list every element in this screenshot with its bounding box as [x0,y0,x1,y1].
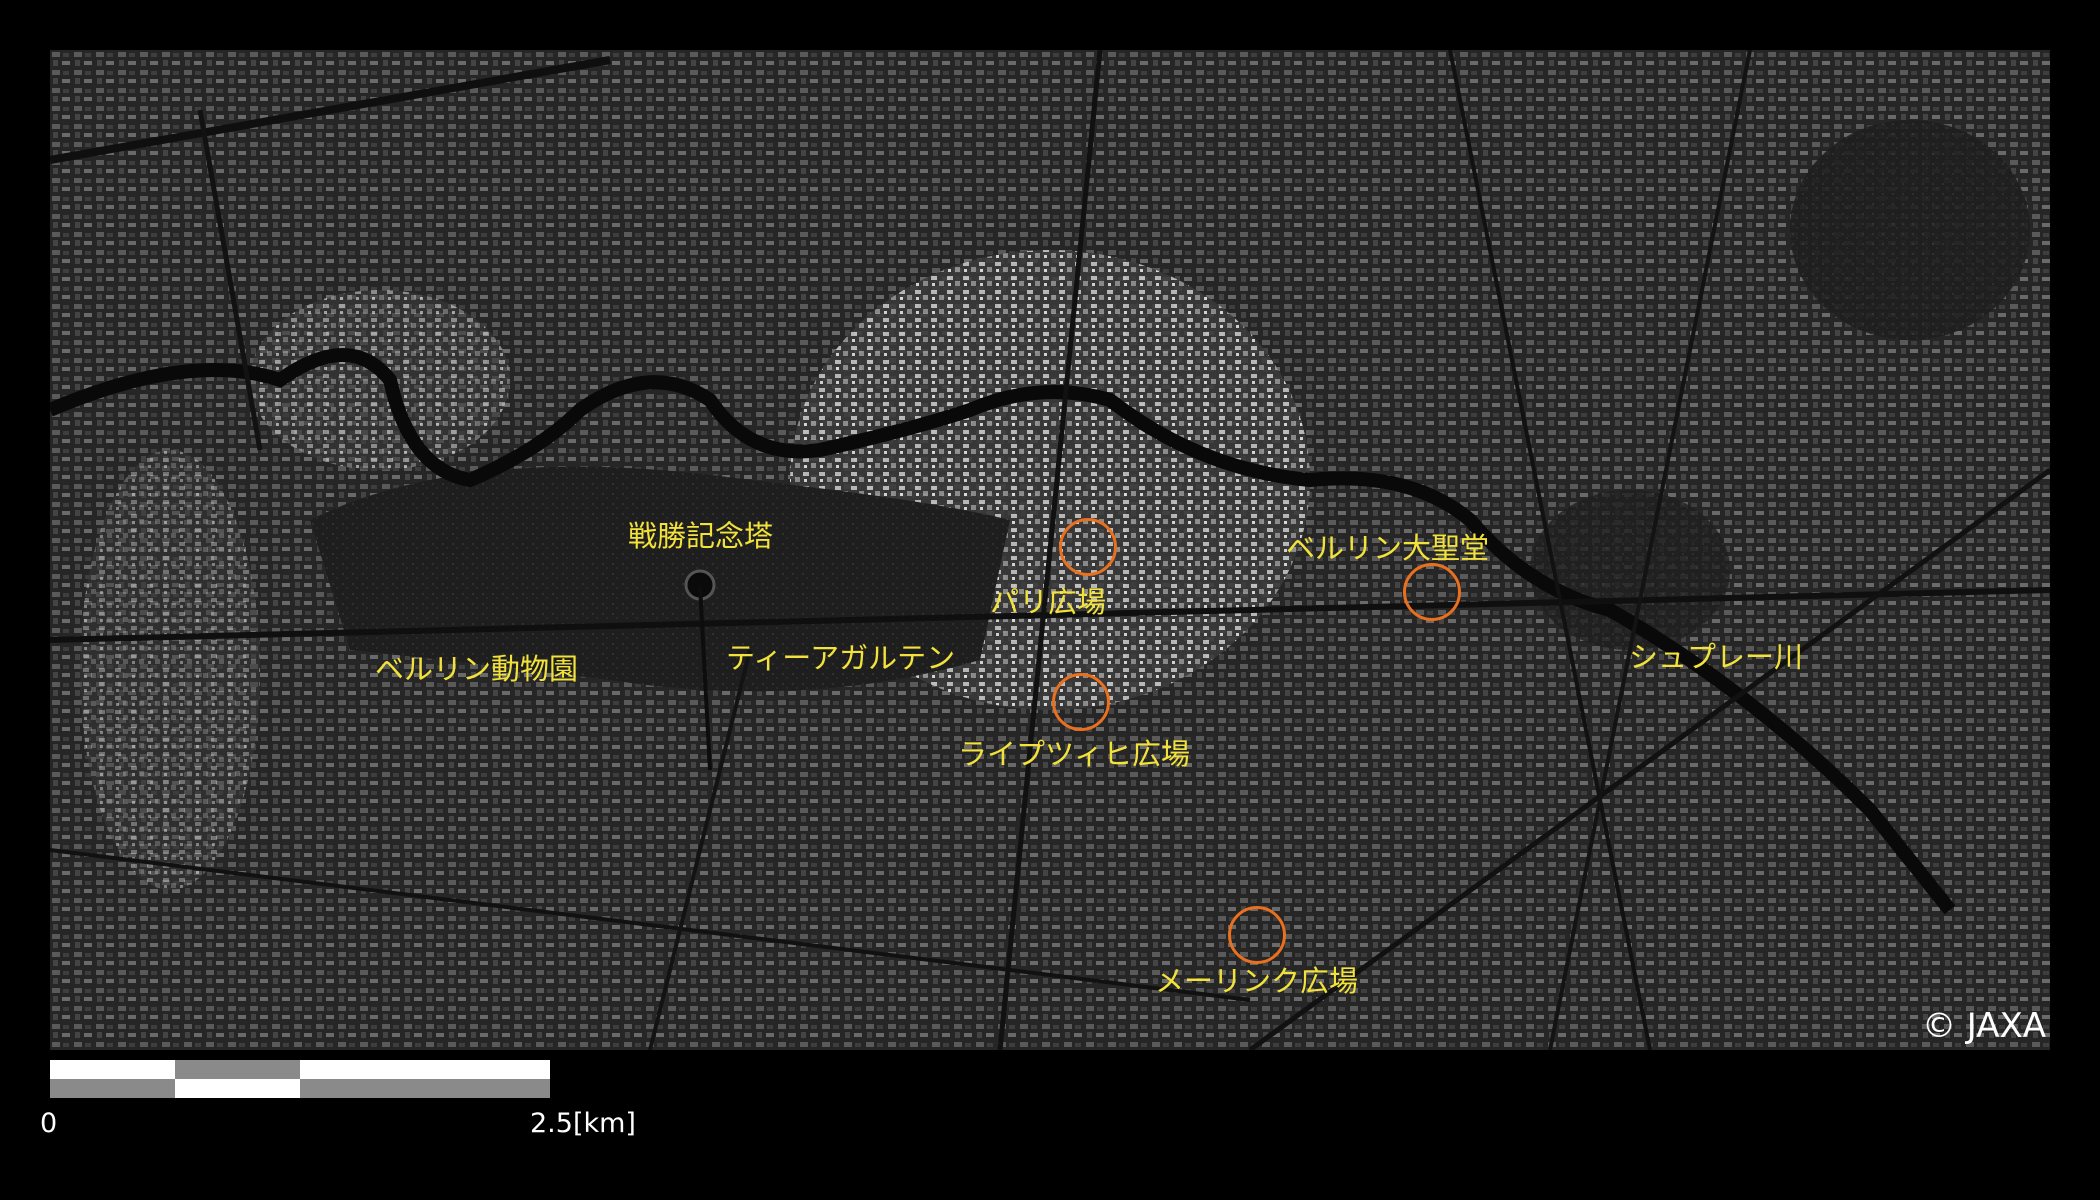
scale-start-label: 0 [40,1108,58,1139]
label-tiergarten: ティーアガルテン [726,641,956,675]
mehringplatz-marker[interactable] [1228,906,1286,964]
scale-segment [50,1060,175,1079]
scale-segment [50,1079,175,1098]
leipziger-platz-marker[interactable] [1052,673,1110,731]
berlin-cathedral-marker[interactable] [1403,563,1461,621]
scale-segment [300,1079,550,1098]
map-imagery [50,50,2050,1050]
label-berlin-cathedral: ベルリン大聖堂 [1286,531,1490,565]
paris-square-marker[interactable] [1059,518,1117,576]
label-paris-square: パリ広場 [990,585,1107,619]
scale-bar [50,1060,550,1098]
label-spree-river: シュプレー川 [1629,640,1804,674]
label-berlin-zoo: ベルリン動物園 [375,652,579,686]
scale-segment [175,1079,300,1098]
scale-end-label: 2.5[km] [530,1108,636,1139]
label-mehringplatz: メーリンク広場 [1155,964,1359,998]
label-victory-column: 戦勝記念塔 [628,519,774,553]
credit-text: © JAXA [1921,1006,2046,1046]
label-leipziger-platz: ライプツィヒ広場 [958,737,1191,771]
scale-segment [175,1060,300,1079]
scale-segment [300,1060,550,1079]
satellite-map[interactable]: 戦勝記念塔 パリ広場 ベルリン大聖堂 ベルリン動物園 ティーアガルテン シュプレ… [50,50,2050,1050]
